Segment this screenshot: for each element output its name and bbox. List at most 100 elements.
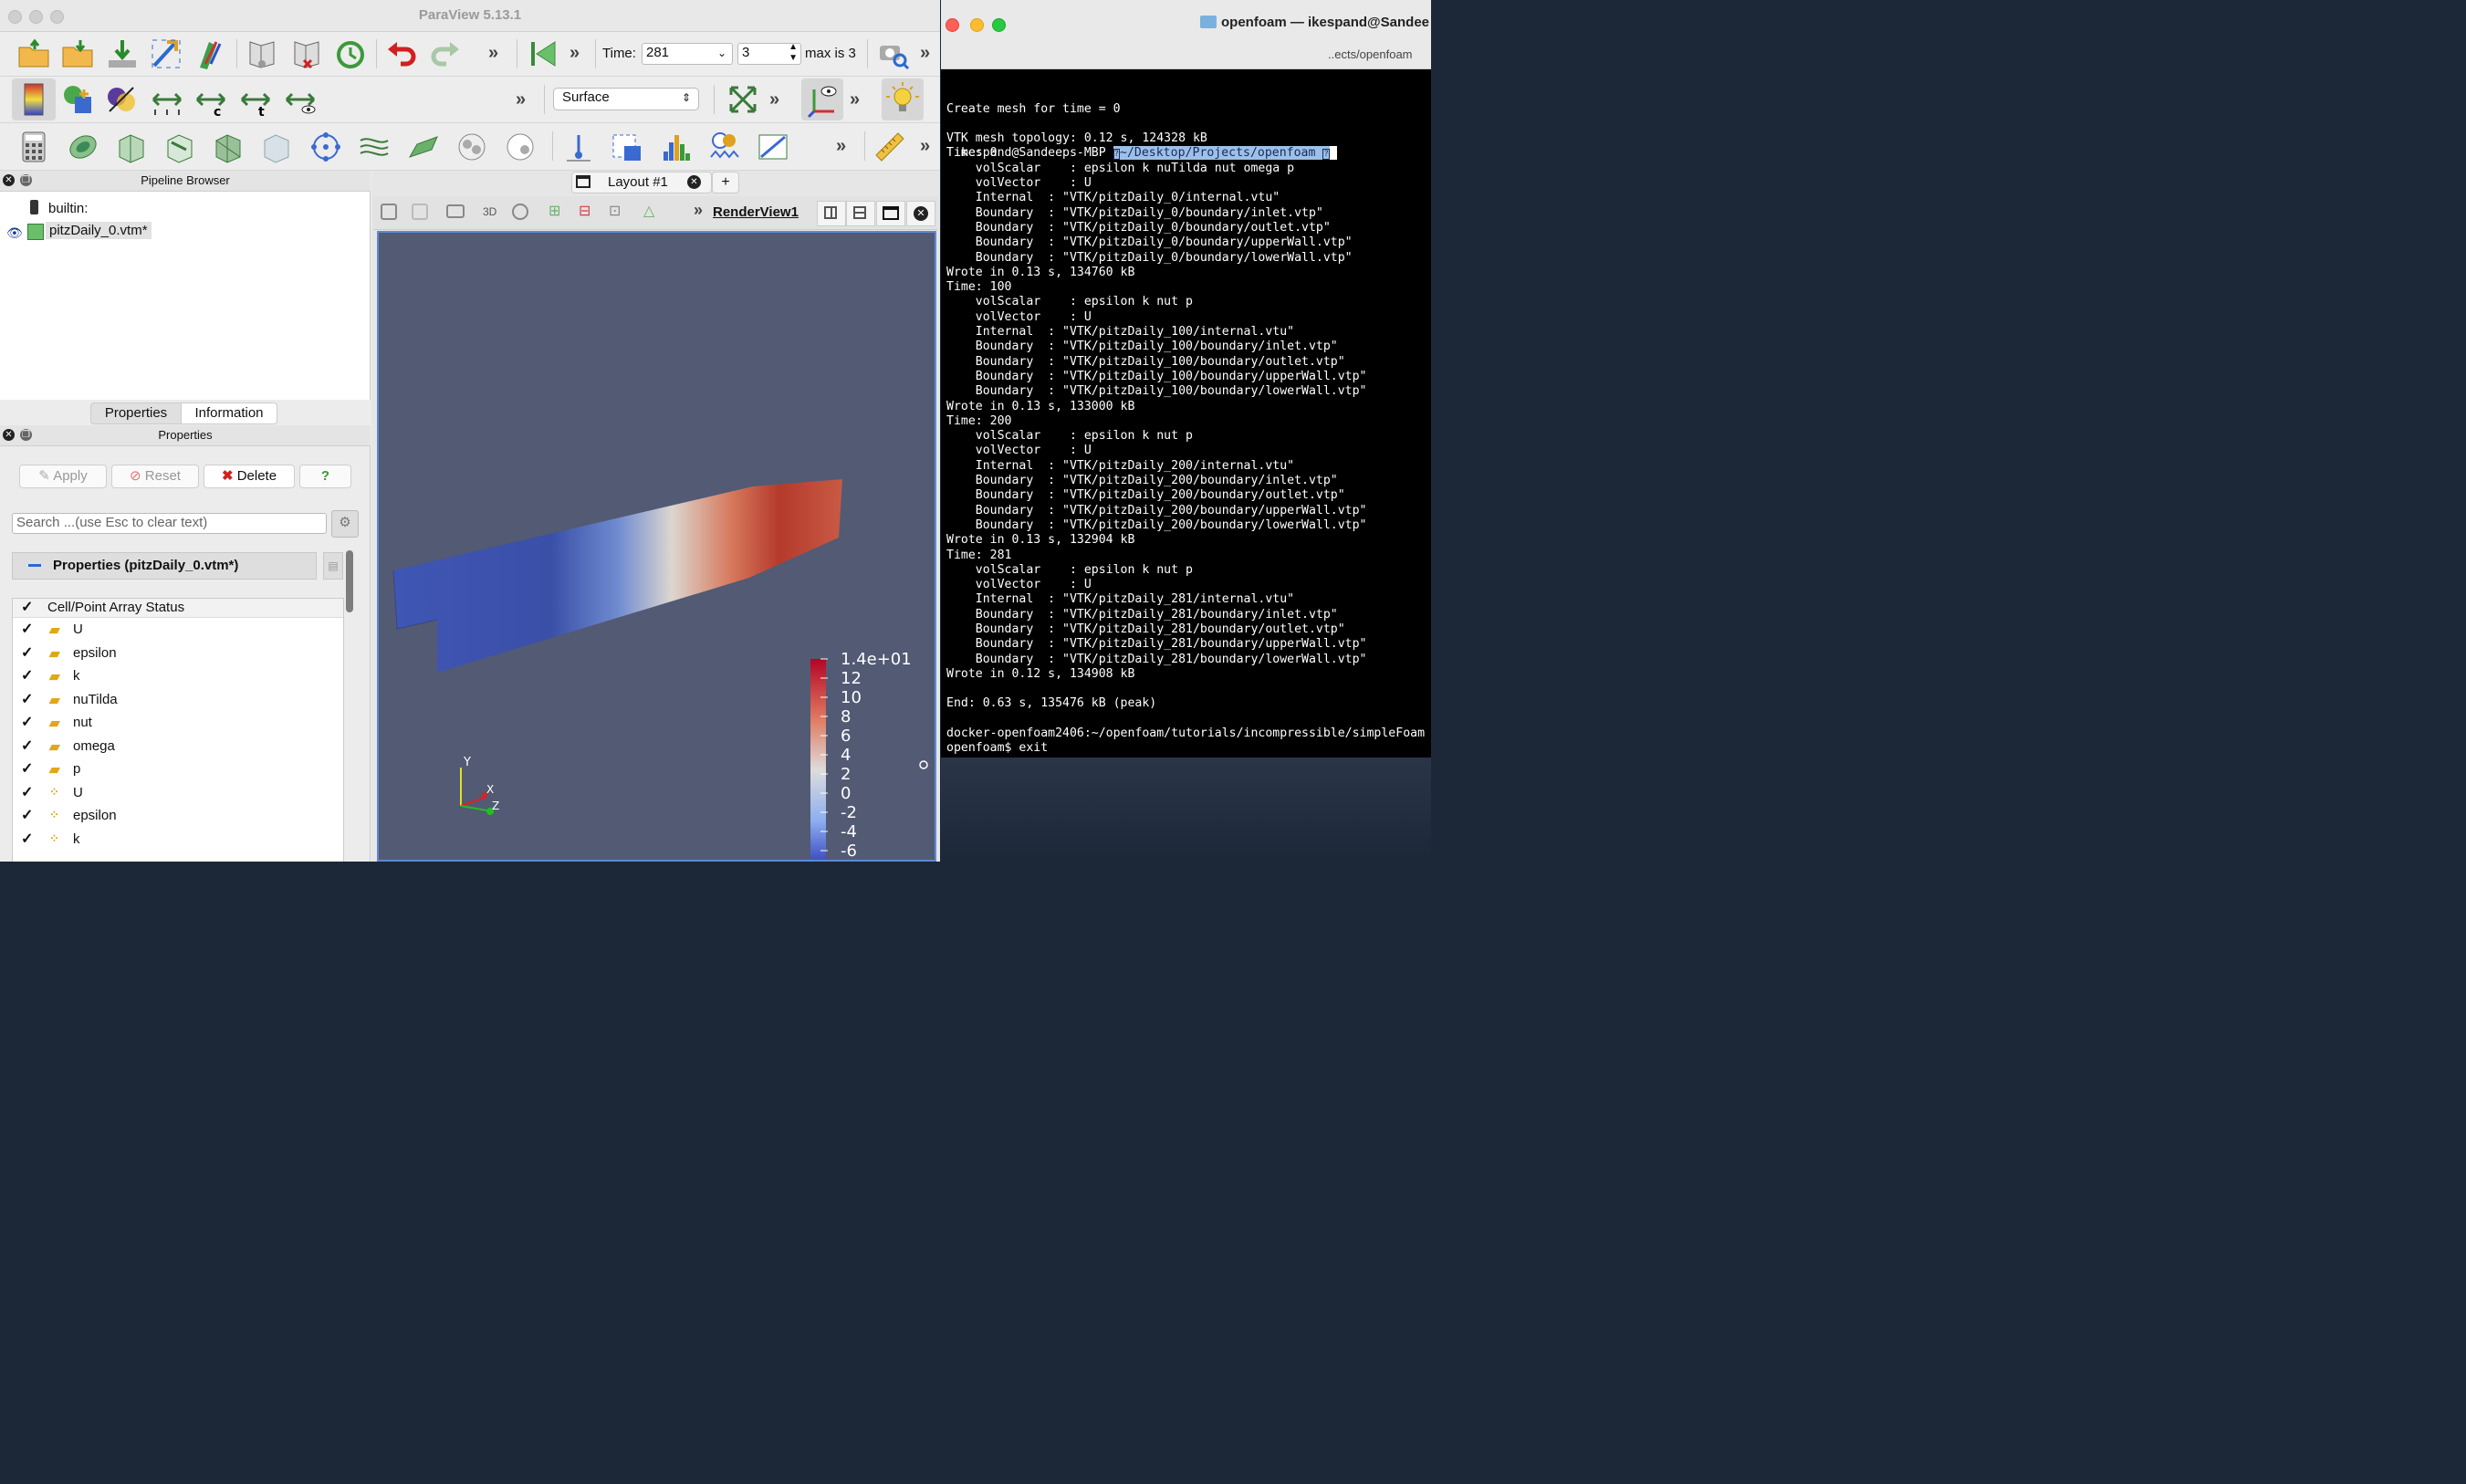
array-row[interactable]: ✓ ⁘ U — [13, 783, 343, 805]
properties-section-header[interactable]: Properties (pitzDaily_0.vtm*) — [12, 552, 317, 580]
visible-range-icon[interactable] — [283, 82, 318, 117]
array-status-header[interactable]: ✓ Cell/Point Array Status — [13, 599, 343, 618]
custom-range-icon[interactable]: c — [193, 82, 228, 117]
render-view[interactable]: 1.4e+01 12 10 8 6 4 2 0 -2 -4 -6 Y X Z — [377, 231, 936, 862]
tab-information[interactable]: Information — [181, 402, 277, 424]
search-input[interactable]: Search ...(use Esc to clear text) — [12, 513, 327, 534]
toolbar-overflow-icon[interactable]: » — [850, 89, 860, 110]
copy-icon[interactable]: ▤ — [323, 552, 343, 580]
float-panel-icon[interactable]: ❐ — [20, 174, 32, 186]
tab-properties[interactable]: Properties — [90, 402, 182, 424]
stream-tracer-icon[interactable] — [357, 130, 392, 164]
select-block-icon[interactable]: △ — [643, 202, 654, 220]
plot-over-line-icon[interactable] — [610, 130, 644, 164]
render-view-label[interactable]: RenderView1 — [713, 204, 799, 220]
tab-layout-1[interactable]: Layout #1 ✕ — [571, 172, 712, 193]
visibility-eye-icon[interactable]: 👁 — [6, 225, 23, 241]
select-points-icon[interactable]: ⊟ — [579, 202, 590, 220]
check-icon[interactable]: ✓ — [21, 716, 34, 730]
terminal-output[interactable]: Create mesh for time = 0 VTK mesh topolog… — [946, 72, 1431, 758]
toolbar-overflow-icon[interactable]: » — [694, 201, 703, 220]
ruler-icon[interactable] — [873, 130, 907, 164]
color-legend-toggle[interactable] — [12, 78, 56, 120]
close-panel-icon[interactable]: ✕ — [3, 429, 15, 441]
array-row[interactable]: ✓ ▰ nut — [13, 713, 343, 735]
macro-icon[interactable] — [193, 37, 227, 71]
check-icon[interactable]: ✓ — [21, 785, 34, 799]
threshold-icon[interactable] — [211, 130, 246, 164]
connect-icon[interactable] — [149, 37, 183, 71]
reset-camera-icon[interactable] — [726, 82, 760, 117]
stepper-arrows-icon[interactable]: ▲ ▼ — [789, 42, 798, 64]
group-datasets-icon[interactable] — [455, 130, 489, 164]
array-row[interactable]: ✓ ▰ epsilon — [13, 643, 343, 665]
array-row[interactable]: ✓ ⁘ k — [13, 830, 343, 852]
undo-icon[interactable] — [384, 37, 419, 71]
toolbar-overflow-icon[interactable]: » — [516, 89, 526, 110]
probe-icon[interactable] — [561, 130, 596, 164]
maximize-view-icon[interactable] — [876, 201, 905, 226]
add-layout-tab-button[interactable]: + — [712, 172, 739, 193]
check-icon[interactable]: ✓ — [21, 831, 34, 846]
pipeline-item-pitzdaily[interactable]: 👁 pitzDaily_0.vtm* — [4, 221, 161, 243]
array-row[interactable]: ✓ ⁘ epsilon — [13, 806, 343, 828]
light-kit-toggle[interactable] — [882, 78, 924, 120]
split-horizontal-icon[interactable] — [817, 201, 846, 226]
close-window-button[interactable] — [946, 18, 959, 32]
first-frame-icon[interactable] — [526, 37, 560, 71]
screenshot-camera-icon[interactable] — [876, 37, 911, 71]
check-icon[interactable]: ✓ — [21, 645, 34, 660]
edit-color-map-icon[interactable] — [60, 82, 95, 117]
range-over-time-icon[interactable]: t — [238, 82, 273, 117]
extract-subset-icon[interactable] — [259, 130, 294, 164]
save-folder-icon[interactable] — [60, 37, 95, 71]
rescale-color-icon[interactable] — [104, 82, 139, 117]
contour-icon[interactable] — [66, 130, 100, 164]
timestep-spinbox[interactable]: 3 ▲ ▼ — [737, 42, 801, 65]
toolbar-overflow-icon[interactable]: » — [569, 43, 580, 64]
check-icon[interactable]: ✓ — [21, 738, 34, 753]
zoom-window-button[interactable] — [992, 18, 1006, 32]
split-vertical-icon[interactable] — [846, 201, 875, 226]
glyph-icon[interactable] — [308, 130, 343, 164]
python-view-icon[interactable] — [756, 130, 790, 164]
calculator-icon[interactable] — [16, 130, 51, 164]
check-icon[interactable]: ✓ — [21, 762, 34, 777]
clip-icon[interactable] — [114, 130, 149, 164]
zoom-to-box-icon[interactable] — [512, 204, 528, 220]
check-icon[interactable]: ✓ — [21, 601, 34, 615]
3d-toggle-button[interactable]: 3D — [483, 205, 496, 218]
representation-select[interactable]: Surface ⇕ — [553, 88, 699, 110]
scrollbar-thumb[interactable] — [346, 550, 353, 612]
toolbar-overflow-icon[interactable]: » — [920, 43, 930, 64]
reset-view-icon[interactable] — [381, 204, 397, 220]
array-row[interactable]: ✓ ▰ omega — [13, 737, 343, 758]
close-tab-icon[interactable]: ✕ — [687, 175, 701, 189]
redo-view-icon[interactable] — [412, 204, 428, 220]
warp-icon[interactable] — [406, 130, 441, 164]
check-icon[interactable]: ✓ — [21, 809, 34, 823]
reset-range-icon[interactable] — [150, 82, 184, 117]
plot-over-time-icon[interactable] — [707, 130, 742, 164]
help-button[interactable]: ? — [299, 465, 351, 488]
check-icon[interactable]: ✓ — [21, 622, 34, 637]
open-data-icon[interactable] — [245, 37, 279, 71]
close-data-icon[interactable] — [289, 37, 324, 71]
reset-button[interactable]: ⊘ Reset — [111, 465, 199, 488]
close-panel-icon[interactable]: ✕ — [3, 174, 15, 186]
select-cells-icon[interactable]: ⊞ — [549, 202, 560, 220]
reload-icon[interactable] — [333, 37, 368, 71]
array-row[interactable]: ✓ ▰ k — [13, 666, 343, 688]
gear-icon[interactable]: ⚙ — [331, 510, 359, 538]
array-row[interactable]: ✓ ▰ p — [13, 759, 343, 781]
array-row[interactable]: ✓ ▰ U — [13, 620, 343, 642]
float-panel-icon[interactable]: ❐ — [20, 429, 32, 441]
download-icon[interactable] — [105, 37, 140, 71]
extract-level-icon[interactable] — [503, 130, 538, 164]
time-combobox[interactable]: 281 ⌄ — [642, 43, 733, 65]
capture-camera-icon[interactable] — [446, 204, 465, 218]
close-view-button[interactable]: ✕ — [906, 201, 935, 226]
open-folder-icon[interactable] — [16, 37, 51, 71]
minimize-window-button[interactable] — [970, 18, 984, 32]
histogram-icon[interactable] — [658, 130, 693, 164]
